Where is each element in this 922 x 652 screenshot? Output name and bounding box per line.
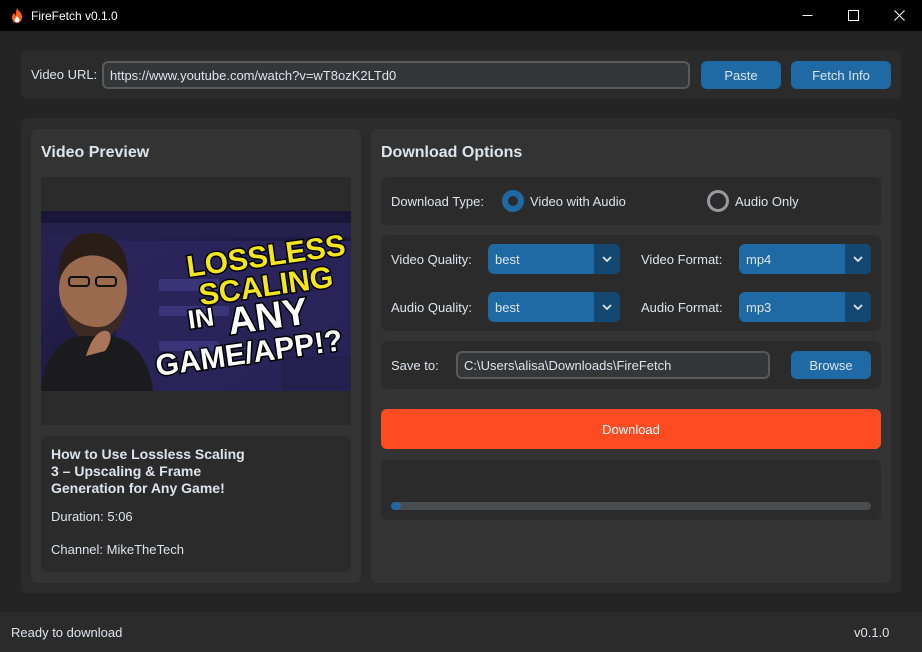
audio-only-radio[interactable] [707,190,729,212]
minimize-icon [802,15,812,16]
save-to-label: Save to: [391,358,439,373]
paste-button[interactable]: Paste [701,61,781,89]
progress-bar [391,502,871,510]
status-bar [0,612,922,652]
thumbnail-image: LOSSLESS SCALING IN ANY GAME/APP!? [41,211,351,391]
close-button[interactable] [876,0,922,31]
video-format-dropdown[interactable]: mp4 [739,244,871,274]
video-channel: Channel: MikeTheTech [51,542,184,557]
url-label: Video URL: [31,67,98,82]
version-label: v0.1.0 [854,625,890,640]
audio-format-label: Audio Format: [641,300,723,315]
window-title: FireFetch v0.1.0 [31,9,118,23]
chevron-down-icon [594,244,620,274]
video-with-audio-label[interactable]: Video with Audio [530,194,626,209]
video-quality-dropdown[interactable]: best [488,244,620,274]
chevron-down-icon [845,292,871,322]
video-quality-label: Video Quality: [391,252,472,267]
fire-icon [12,8,22,23]
video-format-value: mp4 [746,252,772,267]
download-options-heading: Download Options [381,144,523,161]
thumbnail-line-3: IN [186,301,216,334]
maximize-icon [847,10,859,21]
chevron-down-icon [845,244,871,274]
close-icon [893,10,905,21]
audio-quality-dropdown[interactable]: best [488,292,620,322]
title-bar: FireFetch v0.1.0 [0,0,922,31]
progress-fill [391,502,401,510]
video-with-audio-radio[interactable] [502,190,524,212]
video-format-label: Video Format: [641,252,723,267]
video-thumbnail: LOSSLESS SCALING IN ANY GAME/APP!? [41,211,351,391]
fetch-info-button[interactable]: Fetch Info [791,61,891,89]
video-preview-heading: Video Preview [41,144,150,161]
video-title: How to Use Lossless Scaling 3 – Upscalin… [51,446,245,496]
audio-quality-value: best [495,300,520,315]
download-type-label: Download Type: [391,194,484,209]
maximize-button[interactable] [830,0,876,31]
audio-format-value: mp3 [746,300,772,315]
browse-button[interactable]: Browse [791,351,871,379]
status-text: Ready to download [11,625,123,640]
audio-only-label[interactable]: Audio Only [735,194,799,209]
progress-frame [381,460,881,520]
audio-quality-label: Audio Quality: [391,300,472,315]
url-input[interactable] [102,61,690,89]
audio-format-dropdown[interactable]: mp3 [739,292,871,322]
download-button[interactable]: Download [381,409,881,449]
chevron-down-icon [594,292,620,322]
video-duration: Duration: 5:06 [51,509,133,524]
save-path-input[interactable] [456,351,770,379]
video-quality-value: best [495,252,520,267]
minimize-button[interactable] [784,0,830,31]
